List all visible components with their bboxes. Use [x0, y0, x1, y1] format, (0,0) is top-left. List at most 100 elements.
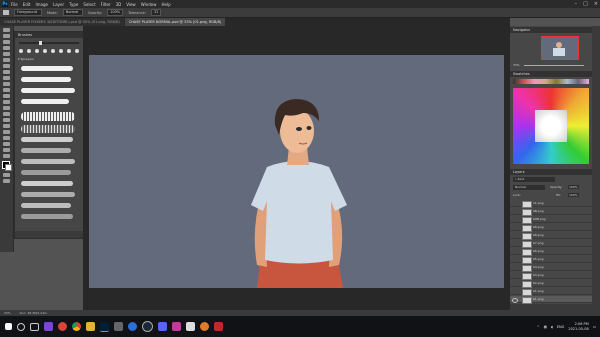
navigator-thumbnail[interactable]: [541, 36, 579, 60]
crop-tool-icon[interactable]: [3, 52, 10, 56]
steam-icon[interactable]: [142, 321, 153, 332]
brush-preset-dot[interactable]: [43, 49, 47, 53]
dodge-tool-icon[interactable]: [3, 112, 10, 116]
foreground-background-swatch[interactable]: [2, 161, 12, 171]
path-selection-tool-icon[interactable]: [3, 130, 10, 134]
folder-icon[interactable]: [86, 322, 95, 331]
menu-3d[interactable]: 3D: [116, 2, 122, 7]
tab-document-1[interactable]: CHASE PLAYER FIXSERS 3(EDITGNRL).psd @ 5…: [0, 18, 124, 26]
menu-type[interactable]: Type: [69, 2, 78, 7]
brush-preset-dot[interactable]: [75, 49, 79, 53]
layer-row[interactable]: 04.png: [510, 264, 592, 272]
layer-row[interactable]: 11.png: [510, 200, 592, 208]
brush-preset-dot[interactable]: [67, 49, 71, 53]
layer-row[interactable]: 05.png: [510, 256, 592, 264]
marquee-tool-icon[interactable]: [3, 34, 10, 38]
chrome-icon[interactable]: [72, 322, 81, 331]
screen-mode-icon[interactable]: [3, 179, 10, 183]
layers-fill-input[interactable]: 100%: [568, 193, 579, 197]
brush-preset-dot[interactable]: [35, 49, 39, 53]
brush-stroke-preview[interactable]: [21, 88, 75, 93]
brush-stroke-preview[interactable]: [21, 192, 75, 197]
menu-filter[interactable]: Filter: [101, 2, 111, 7]
layers-blend-mode[interactable]: Normal: [513, 185, 545, 190]
brush-stroke-preview[interactable]: [21, 203, 71, 208]
photoshop-taskbar-icon[interactable]: [100, 321, 109, 332]
hand-tool-icon[interactable]: [3, 142, 10, 146]
brush-stroke-preview[interactable]: [21, 77, 71, 82]
lasso-tool-icon[interactable]: [3, 40, 10, 44]
blur-tool-icon[interactable]: [3, 106, 10, 110]
tab-document-2[interactable]: CHASE PLAYER NORMAL.psd @ 33% (01.png, R…: [124, 18, 226, 26]
brush-stroke-preview[interactable]: [21, 170, 71, 175]
healing-brush-tool-icon[interactable]: [3, 70, 10, 74]
status-zoom[interactable]: 33%: [4, 311, 11, 315]
layer-row[interactable]: 08.png: [510, 224, 592, 232]
layers-filter-kind[interactable]: ⌕ Kind: [513, 177, 555, 182]
type-tool-icon[interactable]: [3, 124, 10, 128]
close-icon[interactable]: ×: [594, 1, 598, 7]
keyboard-language[interactable]: ENG: [557, 325, 565, 329]
app-icon-pink[interactable]: [172, 322, 181, 331]
menu-window[interactable]: Window: [141, 2, 157, 7]
app-icon-blue[interactable]: [128, 322, 137, 331]
visibility-eye-icon[interactable]: [512, 298, 518, 303]
navigator-zoom-value[interactable]: 33%: [513, 63, 520, 67]
volume-icon[interactable]: ◖: [551, 325, 553, 329]
network-icon[interactable]: ▦: [544, 325, 547, 329]
eraser-tool-icon[interactable]: [3, 94, 10, 98]
move-tool-icon[interactable]: [3, 28, 10, 32]
clock[interactable]: 2:06 PM 2021-05-08: [568, 322, 588, 332]
brush-stroke-preview[interactable]: [21, 159, 75, 164]
layer-row[interactable]: 09B.png: [510, 216, 592, 224]
app-icon-red-2[interactable]: [214, 322, 223, 331]
menu-image[interactable]: Image: [35, 2, 48, 7]
quick-select-tool-icon[interactable]: [3, 46, 10, 50]
opacity-input[interactable]: 100%: [107, 9, 124, 16]
clone-stamp-tool-icon[interactable]: [3, 82, 10, 86]
layer-row[interactable]: 07.png: [510, 240, 592, 248]
recent-swatches-strip[interactable]: [513, 79, 589, 84]
brush-stroke-preview[interactable]: [21, 66, 73, 71]
tray-chevron-icon[interactable]: ^: [537, 325, 540, 329]
layer-row-selected[interactable]: 01.png: [510, 296, 592, 304]
brush-folder-sprayers[interactable]: ▾ Sprayers: [18, 57, 34, 62]
layer-row[interactable]: 03.png: [510, 272, 592, 280]
brush-preset-dot[interactable]: [59, 49, 63, 53]
history-brush-tool-icon[interactable]: [3, 88, 10, 92]
search-icon[interactable]: [17, 322, 25, 331]
brush-preset-dot[interactable]: [51, 49, 55, 53]
rectangle-tool-icon[interactable]: [3, 136, 10, 140]
paint-bucket-icon[interactable]: [3, 10, 9, 15]
windows-start-icon[interactable]: [5, 323, 12, 330]
brush-stroke-preview[interactable]: [21, 125, 75, 133]
maximize-icon[interactable]: □: [583, 1, 588, 7]
layer-row[interactable]: 9B.png: [510, 208, 592, 216]
brush-stroke-preview[interactable]: [21, 112, 75, 121]
brush-preset-dot[interactable]: [19, 49, 23, 53]
brush-stroke-preview[interactable]: [21, 148, 71, 153]
pen-tool-icon[interactable]: [3, 118, 10, 122]
quick-mask-icon[interactable]: [3, 173, 10, 177]
menu-edit[interactable]: Edit: [23, 2, 31, 7]
app-icon-red[interactable]: [58, 322, 67, 331]
app-icon-orange[interactable]: [200, 322, 209, 331]
eyedropper-tool-icon[interactable]: [3, 64, 10, 68]
fill-source-select[interactable]: Foreground: [14, 9, 42, 16]
layer-row[interactable]: 06.png: [510, 248, 592, 256]
app-icon-white[interactable]: [186, 322, 195, 331]
menu-layer[interactable]: Layer: [53, 2, 64, 7]
menu-help[interactable]: Help: [161, 2, 170, 7]
brush-stroke-preview[interactable]: [21, 214, 73, 219]
brush-preset-dot[interactable]: [27, 49, 31, 53]
task-view-icon[interactable]: [30, 322, 39, 331]
menu-select[interactable]: Select: [83, 2, 95, 7]
tolerance-input[interactable]: 32: [151, 9, 162, 16]
app-icon-purple[interactable]: [44, 322, 53, 331]
layers-opacity-input[interactable]: 100%: [568, 185, 579, 189]
frame-tool-icon[interactable]: [3, 58, 10, 62]
layer-row[interactable]: 02.png: [510, 280, 592, 288]
mode-select[interactable]: Normal: [62, 9, 83, 16]
swatch-color-wheel[interactable]: [513, 88, 589, 164]
brush-stroke-preview[interactable]: [21, 181, 73, 186]
